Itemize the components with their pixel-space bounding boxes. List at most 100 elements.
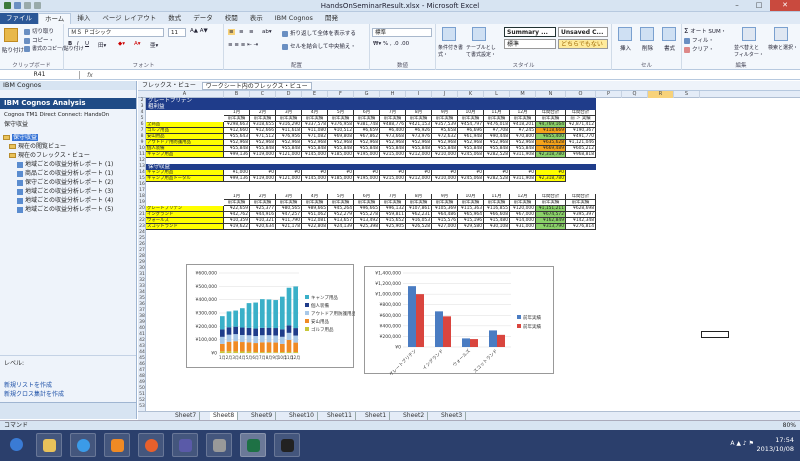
- sheet-tab[interactable]: Sheet2: [400, 412, 429, 420]
- zoom-level[interactable]: 80%: [783, 421, 796, 430]
- column-header[interactable]: M: [510, 91, 536, 98]
- bar-segment[interactable]: [266, 327, 272, 336]
- bar-segment[interactable]: [273, 352, 278, 353]
- taskbar-excel[interactable]: [240, 433, 266, 457]
- bar-segment[interactable]: [253, 328, 258, 337]
- column-header[interactable]: R: [648, 91, 674, 98]
- row-label[interactable]: スコットランド: [146, 224, 224, 230]
- annual-total-cell[interactable]: ¥2,318,780: [536, 176, 566, 182]
- value-cell[interactable]: ¥25,905: [380, 224, 406, 230]
- bar[interactable]: [435, 311, 443, 347]
- grow-font-button[interactable]: A▲ A▼: [190, 28, 208, 34]
- bar-segment[interactable]: [220, 336, 225, 344]
- value-cell[interactable]: ¥210,000: [432, 152, 458, 158]
- bar-segment[interactable]: [286, 339, 292, 352]
- value-cell[interactable]: ¥121,000: [276, 152, 302, 158]
- bar-segment[interactable]: [286, 325, 292, 333]
- value-cell[interactable]: ¥145,000: [302, 152, 328, 158]
- delete-cells-button[interactable]: 削除: [642, 44, 653, 52]
- sheet-tab[interactable]: Sheet10: [286, 412, 318, 420]
- bar-segment[interactable]: [266, 352, 272, 353]
- value-cell[interactable]: ¥311,908: [510, 152, 536, 158]
- bar-segment[interactable]: [253, 352, 258, 353]
- style-normal[interactable]: 標準: [504, 39, 556, 49]
- bar-segment[interactable]: [240, 308, 245, 328]
- tree-node[interactable]: 保守ごとの収益分析レポート (2): [0, 178, 136, 187]
- bar-segment[interactable]: [280, 329, 285, 337]
- tree-node[interactable]: 現在の閲覧ビュー: [0, 142, 136, 151]
- orientation-button[interactable]: ab▾: [262, 29, 272, 35]
- column-header[interactable]: N: [536, 91, 566, 98]
- bar-segment[interactable]: [273, 342, 278, 353]
- value-cell[interactable]: ¥119,000: [250, 152, 276, 158]
- align-bottom-button[interactable]: ≡: [249, 29, 254, 35]
- ribbon-tab[interactable]: ホーム: [38, 13, 72, 24]
- paste-button[interactable]: 貼り付け: [2, 46, 24, 54]
- column-header[interactable]: J: [432, 91, 458, 98]
- value-cell[interactable]: ¥30,108: [484, 224, 510, 230]
- bar-segment[interactable]: [226, 334, 232, 342]
- format-cells-button[interactable]: 書式: [664, 44, 675, 52]
- sheet-tab[interactable]: Sheet1: [362, 412, 391, 420]
- value-cell[interactable]: ¥311,908: [510, 176, 536, 182]
- style-unsaved[interactable]: Unsaved C...: [558, 27, 608, 37]
- row-header[interactable]: 53: [138, 404, 146, 410]
- bar-segment[interactable]: [266, 299, 272, 328]
- column-header[interactable]: I: [406, 91, 432, 98]
- sort-filter-button[interactable]: 並べ替えとフィルター・: [734, 44, 764, 58]
- bar-segment[interactable]: [293, 328, 298, 336]
- bar-segment[interactable]: [233, 334, 238, 342]
- value-cell[interactable]: ¥215,000: [380, 152, 406, 158]
- bar-segment[interactable]: [260, 335, 265, 343]
- paste-icon[interactable]: [4, 28, 18, 42]
- column-header[interactable]: O: [566, 91, 596, 98]
- phonetic-button[interactable]: 亜▾: [150, 41, 158, 49]
- bar-segment[interactable]: [253, 343, 258, 353]
- column-header[interactable]: K: [458, 91, 484, 98]
- value-cell[interactable]: ¥195,000: [354, 176, 380, 182]
- bar-segment[interactable]: [246, 342, 252, 352]
- font-size-select[interactable]: 11: [168, 28, 186, 37]
- stacked-bar-chart[interactable]: ¥0 ¥100,000 ¥200,000 ¥300,000 ¥400,000 ¥500,0…: [186, 264, 356, 368]
- bar-segment[interactable]: [233, 341, 238, 352]
- fill-button[interactable]: フィル・: [684, 36, 714, 44]
- column-header[interactable]: H: [380, 91, 406, 98]
- tree-node[interactable]: 地域ごとの収益分析レポート (1): [0, 160, 136, 169]
- taskbar-firefox[interactable]: [138, 433, 164, 457]
- bar-segment[interactable]: [293, 286, 298, 329]
- cut-button[interactable]: 切り取り: [24, 27, 54, 35]
- bar-segment[interactable]: [246, 335, 252, 343]
- value-cell[interactable]: ¥26,528: [406, 224, 432, 230]
- bar-segment[interactable]: [280, 336, 285, 344]
- ribbon-tab[interactable]: ページ レイアウト: [96, 13, 162, 24]
- flex-view-select[interactable]: ワークシート内のフレックス・ビュー: [201, 81, 312, 90]
- taskbar-tool[interactable]: [206, 433, 232, 457]
- region-bar-chart[interactable]: ¥0 ¥200,000 ¥400,000 ¥600,000 ¥800,000 ¥1,000…: [364, 266, 554, 378]
- bar[interactable]: [497, 334, 505, 347]
- value-cell[interactable]: ¥185,000: [328, 176, 354, 182]
- bar-segment[interactable]: [246, 351, 252, 353]
- bar-segment[interactable]: [253, 336, 258, 344]
- bar-segment[interactable]: [260, 327, 265, 336]
- bar-segment[interactable]: [260, 299, 265, 328]
- formula-input[interactable]: [100, 71, 800, 79]
- bar-segment[interactable]: [286, 332, 292, 340]
- value-cell[interactable]: ¥282,528: [484, 176, 510, 182]
- value-cell[interactable]: ¥195,000: [354, 152, 380, 158]
- sheet-tab[interactable]: Sheet3: [438, 412, 467, 420]
- ribbon-tab[interactable]: 挿入: [71, 13, 96, 24]
- style-neutral[interactable]: どちらでもない: [558, 39, 608, 49]
- bar-segment[interactable]: [293, 335, 298, 343]
- font-color-button[interactable]: A▾: [134, 41, 141, 47]
- save-icon[interactable]: [14, 2, 21, 9]
- italic-button[interactable]: I: [77, 41, 79, 47]
- value-cell[interactable]: ¥22,808: [302, 224, 328, 230]
- value-cell[interactable]: ¥99,136: [224, 152, 250, 158]
- bar[interactable]: [416, 294, 424, 347]
- clock[interactable]: 17:54 2013/10/08: [757, 436, 794, 454]
- value-cell[interactable]: ¥119,000: [250, 176, 276, 182]
- value-cell[interactable]: ¥185,000: [328, 152, 354, 158]
- taskbar-ie[interactable]: [70, 433, 96, 457]
- value-cell[interactable]: ¥29,580: [458, 224, 484, 230]
- bar[interactable]: [443, 316, 451, 347]
